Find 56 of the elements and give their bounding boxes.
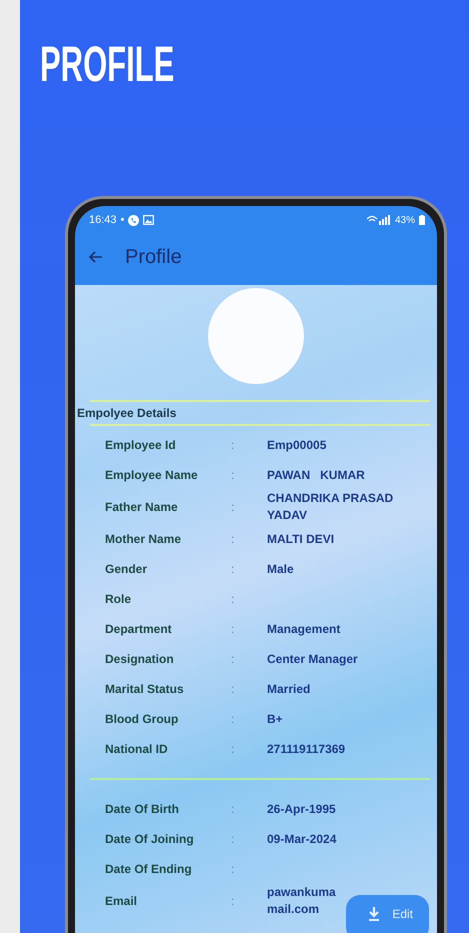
back-arrow-icon[interactable] — [89, 251, 103, 263]
colon: : — [231, 712, 236, 726]
field-label: Email — [105, 894, 138, 908]
app-title: Profile — [125, 246, 182, 268]
field-label: Date Of Joining — [105, 832, 195, 846]
colon: : — [231, 438, 236, 452]
colon: : — [231, 592, 236, 606]
battery-percent: 43% — [394, 214, 415, 226]
field-label: Gender — [105, 562, 148, 576]
field-label: Blood Group — [105, 712, 180, 726]
colon: : — [231, 652, 236, 666]
field-label: Father Name — [105, 500, 179, 514]
field-value: B+ — [267, 710, 284, 728]
field-value: Management — [267, 620, 342, 638]
field-label: Employee Id — [105, 438, 177, 452]
field-label: Department — [105, 622, 173, 636]
colon: : — [231, 862, 236, 876]
battery-icon — [419, 215, 425, 225]
field-value: Male — [267, 560, 295, 578]
colon: : — [231, 532, 236, 546]
field-value: Emp00005 — [267, 436, 328, 454]
field-label: National ID — [105, 742, 169, 756]
field-label: Date Of Birth — [105, 802, 180, 816]
field-value: 271119117369 — [267, 740, 346, 758]
colon: : — [231, 742, 236, 756]
field-value: Center Manager — [267, 650, 359, 668]
colon: : — [231, 468, 236, 482]
edit-button[interactable]: Edit — [346, 895, 429, 933]
field-label: Marital Status — [105, 682, 185, 696]
field-value: PAWAN KUMAR — [267, 466, 366, 484]
phone-icon — [128, 214, 140, 226]
field-value: CHANDRIKA PRASAD YADAV — [267, 490, 394, 524]
colon: : — [231, 622, 236, 636]
signal-icon — [366, 215, 391, 225]
status-time: 16:43 — [89, 214, 117, 226]
field-label: Role — [105, 592, 132, 606]
promo-title: PROFILE — [40, 36, 174, 92]
colon: : — [231, 802, 236, 816]
colon: : — [231, 894, 236, 908]
colon: : — [231, 682, 236, 696]
status-separator: • — [120, 214, 124, 226]
section-title: Empolyee Details — [76, 405, 178, 422]
field-value: 26-Apr-1995 — [267, 800, 337, 818]
field-label: Employee Name — [105, 468, 199, 482]
download-icon — [368, 907, 380, 921]
colon: : — [231, 562, 236, 576]
field-label: Mother Name — [105, 532, 182, 546]
colon: : — [231, 832, 236, 846]
field-value: MALTI DEVI — [267, 530, 336, 548]
field-value: pawankuma mail.com — [267, 884, 337, 918]
field-value: 09-Mar-2024 — [267, 830, 338, 848]
colon: : — [231, 500, 236, 514]
field-label: Designation — [105, 652, 175, 666]
field-label: Date Of Ending — [105, 862, 193, 876]
gallery-icon — [143, 215, 154, 225]
field-value: Married — [267, 680, 312, 698]
